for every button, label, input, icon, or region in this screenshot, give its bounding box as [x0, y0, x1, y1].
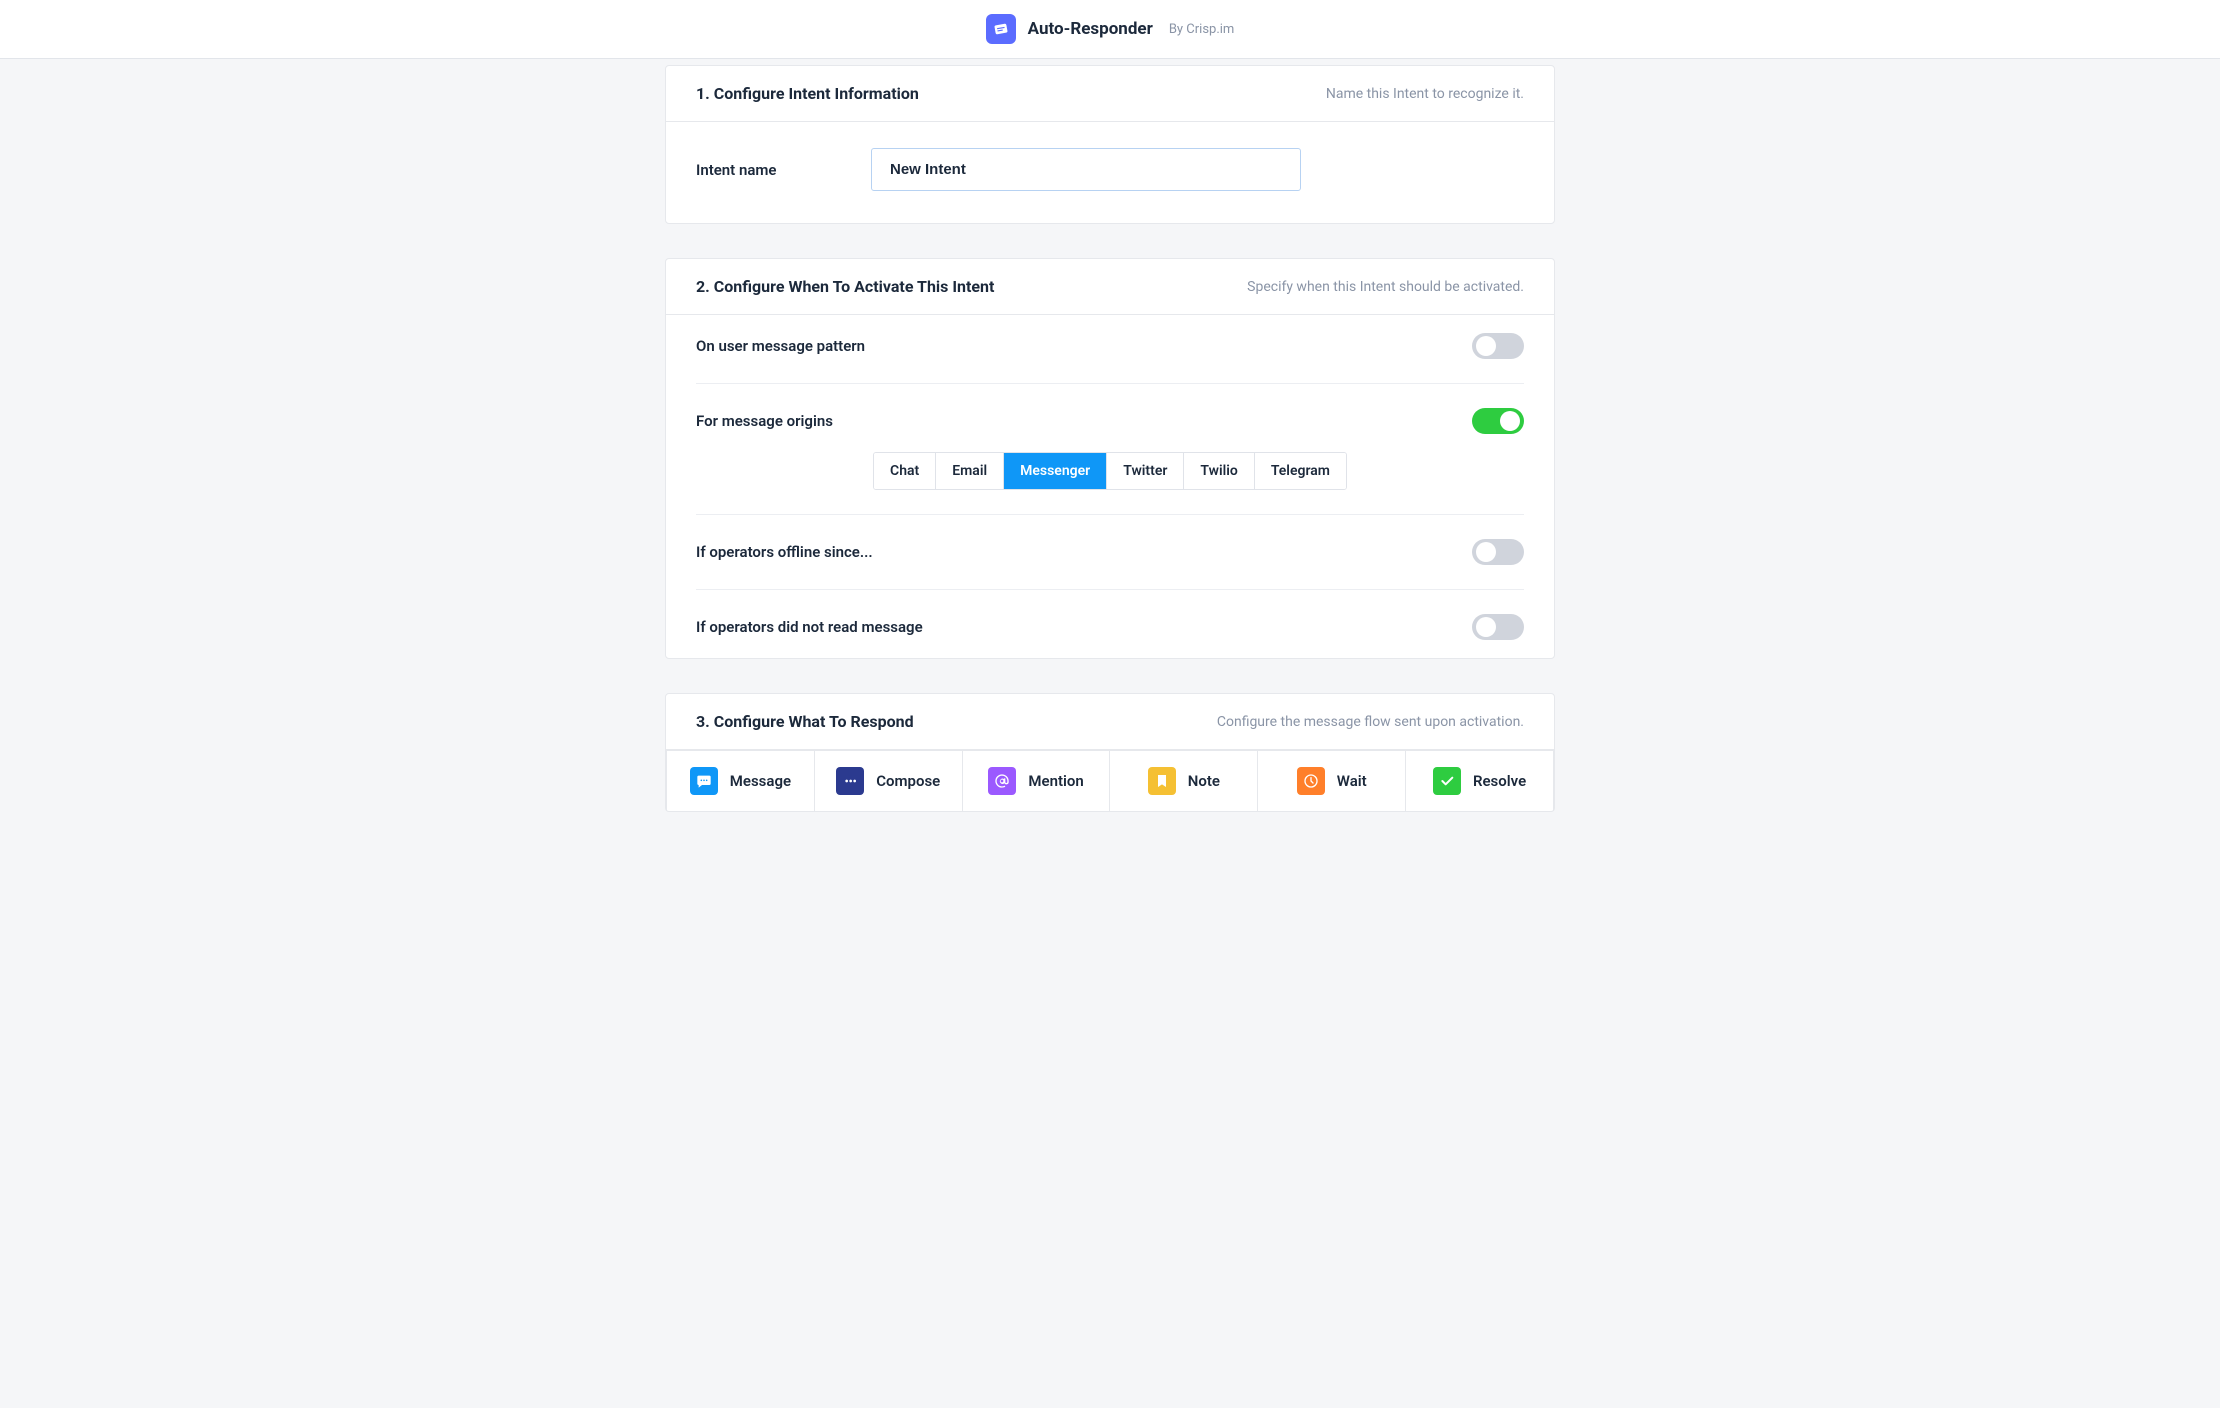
section2-hint: Specify when this Intent should be activ… [1247, 279, 1524, 295]
pattern-toggle[interactable] [1472, 333, 1524, 359]
action-tab-message[interactable]: Message [666, 751, 815, 811]
origins-toggle[interactable] [1472, 408, 1524, 434]
section3-title: 3. Configure What To Respond [696, 712, 914, 731]
action-label: Compose [876, 772, 940, 790]
action-label: Wait [1337, 772, 1367, 790]
section1-hint: Name this Intent to recognize it. [1326, 86, 1524, 102]
app-byline: By Crisp.im [1169, 22, 1235, 37]
app-title: Auto-Responder [1028, 19, 1153, 39]
unread-label: If operators did not read message [696, 618, 923, 636]
action-tab-mention[interactable]: Mention [963, 751, 1111, 811]
action-tab-compose[interactable]: Compose [815, 751, 963, 811]
origin-tabs: ChatEmailMessengerTwitterTwilioTelegram [873, 452, 1347, 490]
note-icon [1148, 767, 1176, 795]
wait-icon [1297, 767, 1325, 795]
section2-title: 2. Configure When To Activate This Inten… [696, 277, 994, 296]
action-label: Resolve [1473, 772, 1526, 790]
origin-tab-chat[interactable]: Chat [874, 453, 936, 489]
origin-tab-twitter[interactable]: Twitter [1107, 453, 1184, 489]
action-tab-resolve[interactable]: Resolve [1406, 751, 1554, 811]
origins-label: For message origins [696, 412, 833, 430]
origin-tab-telegram[interactable]: Telegram [1255, 453, 1346, 489]
section-respond: 3. Configure What To Respond Configure t… [665, 693, 1555, 812]
section3-hint: Configure the message flow sent upon act… [1217, 714, 1524, 730]
origin-tab-messenger[interactable]: Messenger [1004, 453, 1107, 489]
action-tabs: Message Compose Mention Note Wait Resolve [666, 750, 1554, 811]
offline-toggle[interactable] [1472, 539, 1524, 565]
mention-icon [988, 767, 1016, 795]
section-activation: 2. Configure When To Activate This Inten… [665, 258, 1555, 659]
pattern-label: On user message pattern [696, 337, 865, 355]
section1-title: 1. Configure Intent Information [696, 84, 919, 103]
resolve-icon [1433, 767, 1461, 795]
app-logo-icon [986, 14, 1016, 44]
unread-toggle[interactable] [1472, 614, 1524, 640]
intent-name-input[interactable] [871, 148, 1301, 191]
action-label: Note [1188, 772, 1220, 790]
intent-name-label: Intent name [696, 161, 871, 179]
origin-tab-twilio[interactable]: Twilio [1184, 453, 1254, 489]
action-tab-note[interactable]: Note [1110, 751, 1258, 811]
compose-icon [836, 767, 864, 795]
section-intent-info: 1. Configure Intent Information Name thi… [665, 65, 1555, 224]
action-tab-wait[interactable]: Wait [1258, 751, 1406, 811]
offline-label: If operators offline since... [696, 543, 873, 561]
app-header: Auto-Responder By Crisp.im [0, 0, 2220, 59]
action-label: Message [730, 772, 791, 790]
origin-tab-email[interactable]: Email [936, 453, 1004, 489]
action-label: Mention [1028, 772, 1083, 790]
message-icon [690, 767, 718, 795]
